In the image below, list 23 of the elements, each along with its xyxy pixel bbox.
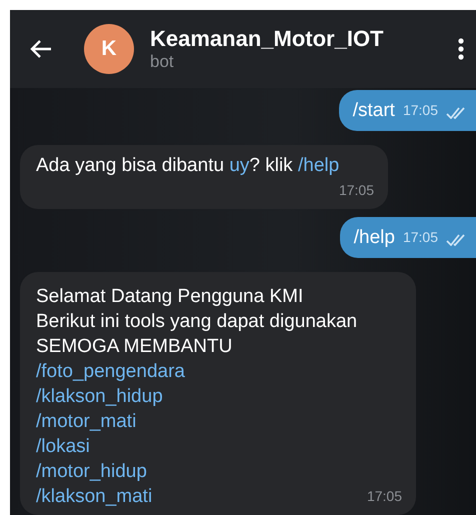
command-link[interactable]: /motor_mati [36, 409, 136, 434]
command-link[interactable]: /help [298, 155, 340, 176]
command-link[interactable]: uy [229, 155, 250, 176]
chat-title: Keamanan_Motor_IOT [150, 26, 384, 52]
message-line: SEMOGA MEMBANTU [36, 335, 232, 359]
chat-subtitle: bot [150, 52, 175, 72]
message-line: Berikut ini tools yang dapat digunakan [36, 310, 358, 334]
command-link[interactable]: /foto_pengendara [36, 359, 185, 384]
message-text: /help [354, 226, 395, 250]
message-time: 17:05 [338, 181, 374, 200]
back-icon[interactable] [30, 39, 52, 59]
avatar: K [84, 24, 134, 74]
message-line: Selamat Datang Pengguna KMI [36, 285, 304, 309]
message-time: 17:05 [402, 101, 438, 120]
message-time: 17:05 [366, 487, 402, 506]
menu-icon[interactable] [458, 38, 464, 60]
message-text: /start [352, 99, 395, 123]
message-time: 17:05 [402, 228, 438, 247]
command-link[interactable]: /motor_hidup [36, 459, 147, 484]
command-link[interactable]: /klakson_hidup [36, 384, 163, 409]
message-text: Ada yang bisa dibantu uy? klik /help [36, 154, 340, 178]
command-link[interactable]: /lokasi [36, 434, 90, 459]
command-link[interactable]: /klakson_mati [36, 484, 152, 509]
